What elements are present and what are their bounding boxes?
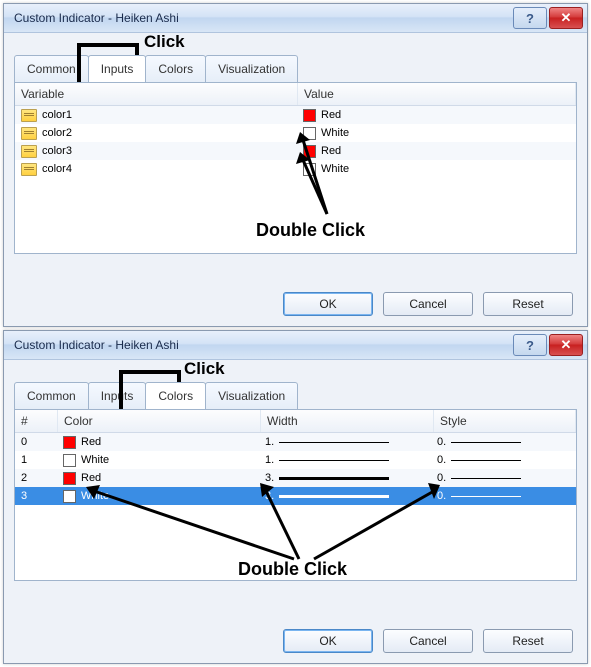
tab-common[interactable]: Common <box>14 382 89 409</box>
row-index: 0 <box>21 436 27 448</box>
variable-icon <box>21 127 37 140</box>
color-row-selected[interactable]: 3 White 3. 0. <box>15 487 576 505</box>
color-row[interactable]: 2 Red 3. 0. <box>15 469 576 487</box>
var-value: Red <box>321 109 341 121</box>
cancel-button[interactable]: Cancel <box>383 292 473 316</box>
style-preview-icon <box>451 442 521 443</box>
tab-visualization[interactable]: Visualization <box>205 55 298 82</box>
reset-button[interactable]: Reset <box>483 629 573 653</box>
color-swatch-icon <box>63 436 76 449</box>
row-style: 0. <box>437 436 446 448</box>
color-swatch-icon <box>303 109 316 122</box>
tab-inputs[interactable]: Inputs <box>88 382 147 409</box>
help-icon: ? <box>526 11 534 26</box>
cancel-button[interactable]: Cancel <box>383 629 473 653</box>
col-index[interactable]: # <box>15 410 58 432</box>
row-width: 3. <box>265 472 274 484</box>
window-title: Custom Indicator - Heiken Ashi <box>8 11 511 25</box>
close-icon: ✕ <box>561 337 572 353</box>
tab-inputs[interactable]: Inputs <box>88 55 147 82</box>
width-preview-icon <box>279 460 389 461</box>
tab-colors[interactable]: Colors <box>145 55 206 82</box>
width-preview-icon <box>279 442 389 443</box>
tab-visualization[interactable]: Visualization <box>205 382 298 409</box>
row-width: 1. <box>265 454 274 466</box>
colors-list: # Color Width Style 0 Red 1. 0. 1 White … <box>14 409 577 581</box>
input-row[interactable]: color1 Red <box>15 106 576 124</box>
button-row: OK Cancel Reset <box>4 282 587 326</box>
row-index: 2 <box>21 472 27 484</box>
dialog-inputs: Custom Indicator - Heiken Ashi ? ✕ Click… <box>3 3 588 327</box>
col-variable[interactable]: Variable <box>15 83 298 105</box>
variable-icon <box>21 145 37 158</box>
color-swatch-icon <box>303 145 316 158</box>
var-name: color2 <box>42 127 72 139</box>
dialog-colors: Custom Indicator - Heiken Ashi ? ✕ Click… <box>3 330 588 664</box>
style-preview-icon <box>451 478 521 479</box>
width-preview-icon <box>279 477 389 480</box>
var-value: Red <box>321 145 341 157</box>
var-name: color4 <box>42 163 72 175</box>
color-swatch-icon <box>63 472 76 485</box>
double-click-annotation: Double Click <box>256 220 365 241</box>
color-row[interactable]: 0 Red 1. 0. <box>15 433 576 451</box>
color-swatch-icon <box>303 127 316 140</box>
close-button[interactable]: ✕ <box>549 7 583 29</box>
help-button[interactable]: ? <box>513 7 547 29</box>
reset-button[interactable]: Reset <box>483 292 573 316</box>
list-header: # Color Width Style <box>15 410 576 433</box>
row-color: Red <box>81 472 101 484</box>
variable-icon <box>21 163 37 176</box>
row-width: 1. <box>265 436 274 448</box>
style-preview-icon <box>451 496 521 497</box>
window-title: Custom Indicator - Heiken Ashi <box>8 338 511 352</box>
row-index: 3 <box>21 490 27 502</box>
close-icon: ✕ <box>561 10 572 26</box>
col-width[interactable]: Width <box>261 410 434 432</box>
titlebar[interactable]: Custom Indicator - Heiken Ashi ? ✕ <box>4 4 587 33</box>
row-color: White <box>81 490 109 502</box>
row-style: 0. <box>437 490 446 502</box>
width-preview-icon <box>279 495 389 498</box>
col-style[interactable]: Style <box>434 410 576 432</box>
color-swatch-icon <box>303 163 316 176</box>
tab-common[interactable]: Common <box>14 55 89 82</box>
var-name: color1 <box>42 109 72 121</box>
color-swatch-icon <box>63 490 76 503</box>
color-swatch-icon <box>63 454 76 467</box>
input-row[interactable]: color3 Red <box>15 142 576 160</box>
help-icon: ? <box>526 338 534 353</box>
var-value: White <box>321 127 349 139</box>
col-value[interactable]: Value <box>298 83 576 105</box>
var-value: White <box>321 163 349 175</box>
row-width: 3. <box>265 490 274 502</box>
ok-button[interactable]: OK <box>283 629 373 653</box>
input-row[interactable]: color2 White <box>15 124 576 142</box>
col-color[interactable]: Color <box>58 410 261 432</box>
close-button[interactable]: ✕ <box>549 334 583 356</box>
var-name: color3 <box>42 145 72 157</box>
tab-colors[interactable]: Colors <box>145 382 206 409</box>
double-click-annotation: Double Click <box>238 559 347 580</box>
row-style: 0. <box>437 472 446 484</box>
tab-row: Common Inputs Colors Visualization <box>4 47 587 82</box>
variable-icon <box>21 109 37 122</box>
color-row[interactable]: 1 White 1. 0. <box>15 451 576 469</box>
help-button[interactable]: ? <box>513 334 547 356</box>
tab-row: Common Inputs Colors Visualization <box>4 374 587 409</box>
input-row[interactable]: color4 White <box>15 160 576 178</box>
row-color: White <box>81 454 109 466</box>
list-header: Variable Value <box>15 83 576 106</box>
titlebar[interactable]: Custom Indicator - Heiken Ashi ? ✕ <box>4 331 587 360</box>
button-row: OK Cancel Reset <box>4 619 587 663</box>
row-index: 1 <box>21 454 27 466</box>
row-style: 0. <box>437 454 446 466</box>
ok-button[interactable]: OK <box>283 292 373 316</box>
row-color: Red <box>81 436 101 448</box>
style-preview-icon <box>451 460 521 461</box>
